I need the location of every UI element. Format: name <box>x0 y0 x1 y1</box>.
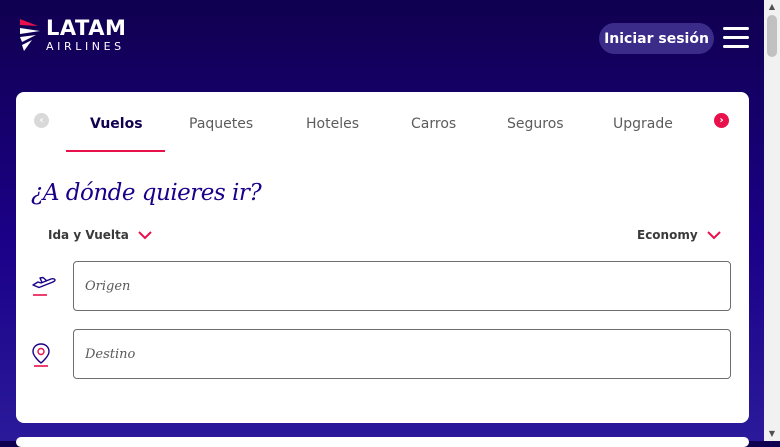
chevron-down-icon <box>706 231 721 240</box>
active-tab-indicator <box>66 150 165 152</box>
scroll-down-icon[interactable]: ▼ <box>764 427 780 441</box>
tab-hoteles[interactable]: Hoteles <box>306 116 359 136</box>
hamburger-menu-icon[interactable] <box>723 25 749 49</box>
latam-logo[interactable]: LATAM AIRLINES <box>18 17 126 54</box>
logo-subtitle: AIRLINES <box>46 40 125 53</box>
scroll-up-icon[interactable]: ▲ <box>764 0 780 14</box>
page-title: ¿A dónde quieres ir? <box>31 180 262 206</box>
trip-type-select[interactable]: Ida y Vuelta <box>48 228 152 242</box>
cabin-class-select[interactable]: Economy <box>637 228 721 242</box>
tab-carros[interactable]: Carros <box>411 116 456 136</box>
login-button[interactable]: Iniciar sesión <box>599 23 714 54</box>
tab-vuelos[interactable]: Vuelos <box>90 116 143 136</box>
vertical-scrollbar[interactable]: ▲ ▼ <box>764 0 780 441</box>
origin-input[interactable] <box>73 261 731 311</box>
tab-seguros[interactable]: Seguros <box>507 116 564 136</box>
logo-wordmark: LATAM <box>46 16 127 40</box>
header: LATAM AIRLINES Iniciar sesión <box>0 0 764 80</box>
destination-input[interactable] <box>73 329 731 379</box>
secondary-card <box>16 437 749 447</box>
tabs-scroll-left-icon[interactable]: ‹ <box>34 113 49 128</box>
location-pin-icon <box>32 343 50 367</box>
trip-type-label: Ida y Vuelta <box>48 228 129 242</box>
chevron-down-icon <box>138 231 152 240</box>
airplane-takeoff-icon <box>32 276 56 296</box>
tab-upgrade[interactable]: Upgrade <box>613 116 673 136</box>
tab-paquetes[interactable]: Paquetes <box>189 116 253 136</box>
tabs-scroll-right-icon[interactable]: › <box>714 113 729 128</box>
latam-logo-icon <box>20 19 40 51</box>
search-card: ‹ Vuelos Paquetes Hoteles Carros Seguros… <box>16 92 749 423</box>
cabin-class-label: Economy <box>637 228 698 242</box>
scrollbar-thumb[interactable] <box>767 15 777 57</box>
